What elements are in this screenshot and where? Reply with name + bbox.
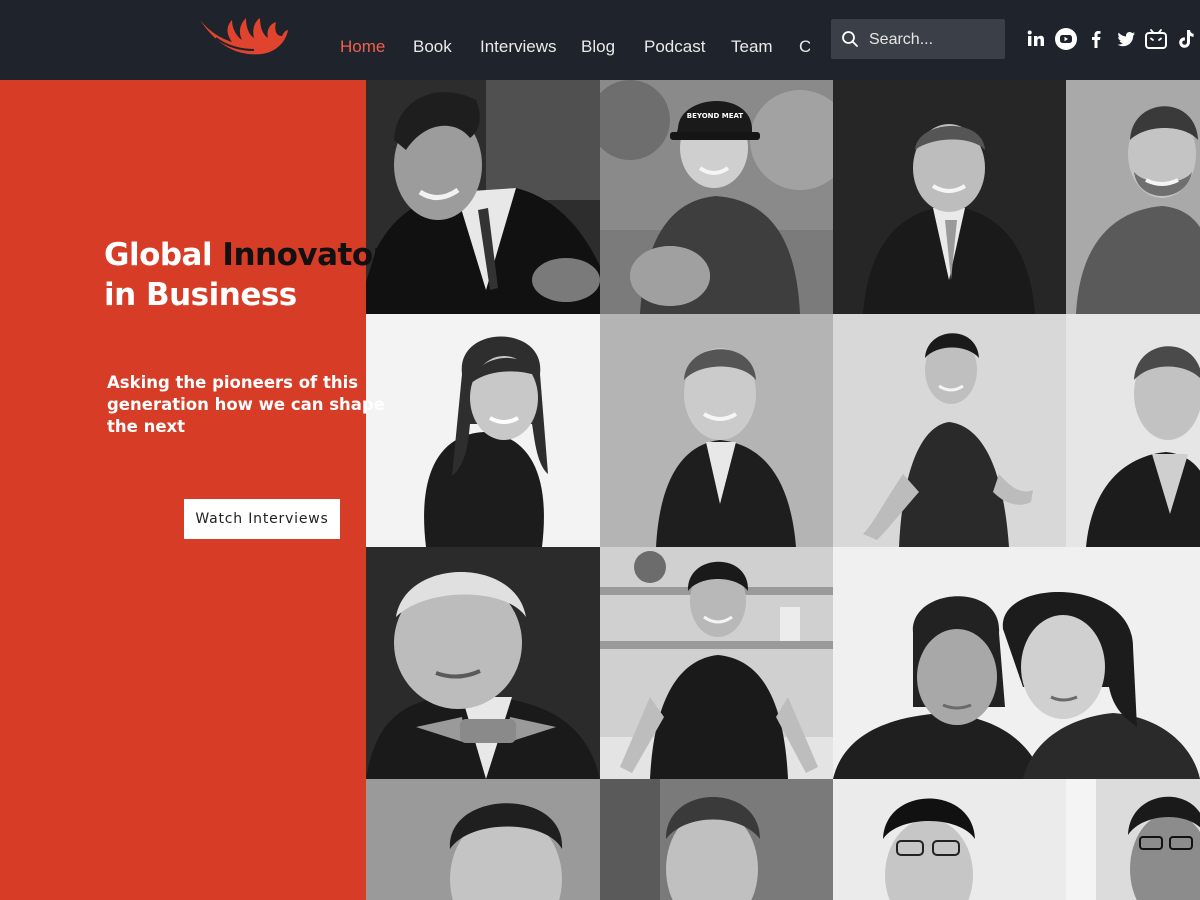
- innovator-photo-2[interactable]: BEYOND MEAT: [600, 80, 833, 314]
- nav-home[interactable]: Home: [340, 37, 385, 57]
- innovator-photo-11[interactable]: [833, 547, 1200, 779]
- hero-title-line2: in Business: [104, 277, 297, 313]
- nav-more[interactable]: C: [799, 37, 810, 57]
- watch-interviews-button[interactable]: Watch Interviews: [184, 499, 340, 539]
- search-icon: [841, 30, 859, 48]
- twitter-icon[interactable]: [1114, 27, 1138, 51]
- hero-panel: [0, 80, 366, 900]
- hat-logo-text: BEYOND MEAT: [687, 112, 744, 120]
- flame-wing-logo-icon[interactable]: [196, 12, 290, 58]
- innovator-photo-8[interactable]: [1066, 314, 1200, 547]
- hero-title: Global Innovators in Business: [104, 235, 444, 315]
- innovator-photo-15[interactable]: [1066, 779, 1200, 900]
- hero-title-part1: Global: [104, 237, 223, 273]
- site-header: Home Book Interviews Blog Podcast Team C: [0, 0, 1200, 80]
- tiktok-icon[interactable]: [1174, 27, 1198, 51]
- innovator-photo-3[interactable]: [833, 80, 1066, 314]
- innovator-photo-10[interactable]: [600, 547, 833, 779]
- innovator-photo-13[interactable]: [600, 779, 833, 900]
- youtube-icon[interactable]: [1054, 27, 1078, 51]
- nav-interviews[interactable]: Interviews: [480, 37, 557, 57]
- nav-book[interactable]: Book: [413, 37, 452, 57]
- main-nav: Home Book Interviews Blog Podcast Team C: [340, 0, 810, 80]
- innovator-photo-14[interactable]: [833, 779, 1066, 900]
- nav-team[interactable]: Team: [731, 37, 773, 57]
- innovator-photo-grid: BEYOND MEAT: [366, 80, 1200, 900]
- hero-title-highlight: Innovators: [222, 237, 406, 273]
- facebook-icon[interactable]: [1084, 27, 1108, 51]
- search-input[interactable]: [867, 27, 1001, 53]
- innovator-photo-6[interactable]: [600, 314, 833, 547]
- bilibili-icon[interactable]: [1144, 27, 1168, 51]
- nav-blog[interactable]: Blog: [581, 37, 615, 57]
- nav-podcast[interactable]: Podcast: [644, 37, 705, 57]
- hero-subtitle: Asking the pioneers of this generation h…: [107, 373, 385, 436]
- innovator-photo-4[interactable]: [1066, 80, 1200, 314]
- innovator-photo-7[interactable]: [833, 314, 1066, 547]
- innovator-photo-9[interactable]: [366, 547, 600, 779]
- search-box[interactable]: [831, 19, 1005, 59]
- linkedin-icon[interactable]: [1024, 27, 1048, 51]
- innovator-photo-12[interactable]: [366, 779, 600, 900]
